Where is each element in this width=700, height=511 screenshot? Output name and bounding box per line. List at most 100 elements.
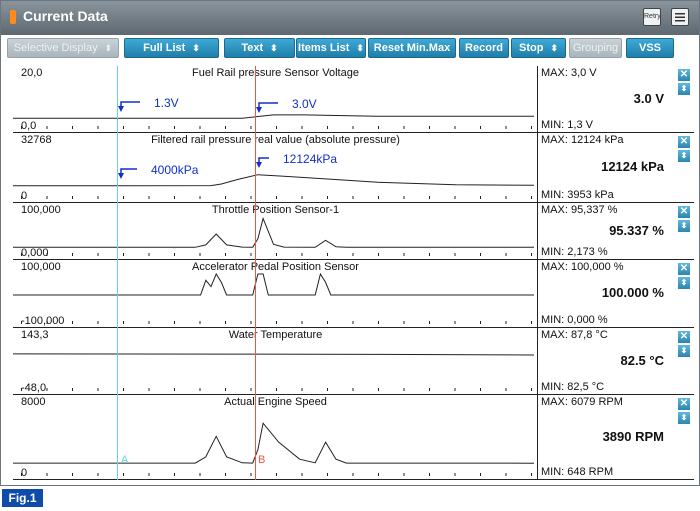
time-tick [148,253,150,256]
max-value: MAX: 6079 RPM [541,396,623,408]
time-tick [327,388,328,391]
time-tick [225,196,226,199]
close-icon[interactable]: ✕ [678,69,690,81]
current-value: 82.5 °C [620,353,664,368]
sensor-graph[interactable]: 8000 0 Actual Engine Speed A B [13,395,538,479]
min-value: MIN: 0,000 % [541,314,608,326]
sensor-panel: 20,0 0,0 Fuel Rail pressure Sensor Voltage… [13,66,694,133]
time-tick [531,253,532,256]
time-tick [174,321,175,324]
sensor-graph[interactable]: 143,3 -48,0 Water Temperature [13,328,538,394]
figure-label: Fig.1 [2,489,43,507]
time-tick [123,126,124,129]
time-tick [276,196,277,199]
time-tick [505,321,507,324]
scale-min-label: 0 [21,190,28,202]
reorder-icon[interactable]: ⬍ [678,220,690,232]
toolbar-button-items-list[interactable]: Items List ⬍ [296,38,366,58]
annotation-label: 4000kPa [151,163,199,177]
toolbar-button-label: Text [241,42,264,54]
reorder-icon[interactable]: ⬍ [678,412,690,424]
time-tick [46,196,48,199]
toolbar-button-label: Record [465,42,503,54]
time-tick [199,321,201,324]
time-tick [403,253,405,256]
time-tick [225,388,226,391]
toolbar-button-full-list[interactable]: Full List ⬍ [124,38,219,58]
min-value: MIN: 82,5 °C [541,381,605,393]
time-tick [454,253,456,256]
cursor-a-line[interactable] [117,66,118,480]
time-tick [123,253,124,256]
close-icon[interactable]: ✕ [678,206,690,218]
time-tick [276,321,277,324]
time-tick [123,196,124,199]
time-tick [327,253,328,256]
time-tick [72,196,73,199]
time-tick [148,196,150,199]
sensor-graph[interactable]: 20,0 0,0 Fuel Rail pressure Sensor Voltage… [13,66,538,132]
time-tick [327,196,328,199]
min-value: MIN: 648 RPM [541,466,614,478]
reorder-icon[interactable]: ⬍ [678,150,690,162]
toolbar-button-label: Selective Display [13,42,98,54]
cursor-b-line[interactable] [255,66,256,480]
toolbar-button-label: Items List [298,42,350,54]
reorder-icon[interactable]: ⬍ [678,345,690,357]
app-icon [10,10,16,24]
close-icon[interactable]: ✕ [678,136,690,148]
time-tick [352,126,354,129]
sensor-info: MAX: 100,000 % 100.000 % MIN: 0,000 % ✕ ⬍ [539,260,694,327]
toolbar-button-reset-min-max[interactable]: Reset Min.Max [368,38,456,58]
annotation-arrowhead [118,106,124,112]
time-tick [480,321,481,324]
close-icon[interactable]: ✕ [678,398,690,410]
min-value: MIN: 1,3 V [541,119,593,131]
time-tick [352,321,354,324]
max-value: MAX: 87,8 °C [541,329,608,341]
time-tick [480,126,481,129]
sensor-graph[interactable]: 32768 0 Filtered rail pressure real value … [13,133,538,202]
time-tick [378,388,379,391]
toolbar-button-grouping[interactable]: Grouping [569,38,622,58]
time-tick [250,388,252,391]
toolbar-button-vss[interactable]: VSS [626,38,674,58]
time-tick [174,126,175,129]
time-tick [46,388,48,391]
menu-icon[interactable] [671,8,689,26]
close-icon[interactable]: ✕ [678,263,690,275]
reorder-icon[interactable]: ⬍ [678,277,690,289]
time-tick [276,253,277,256]
time-tick [72,321,73,324]
sensor-graph[interactable]: 100,000 0,000 Throttle Position Sensor-1 [13,203,538,259]
toolbar-button-label: VSS [638,42,661,54]
sensor-trace [13,174,535,187]
sensor-title: Actual Engine Speed [224,396,327,408]
scale-min-label: -100,000 [21,315,65,327]
time-tick [174,388,175,391]
toolbar-button-label: Full List [143,42,186,54]
retry-button[interactable]: Retry [643,8,661,26]
title-bar: Current Data Retry [1,1,699,35]
max-value: MAX: 3,0 V [541,67,597,79]
toolbar-button-selective-display[interactable]: Selective Display ⬍ [7,38,119,58]
annotation-arrowhead [256,162,262,168]
reorder-icon[interactable]: ⬍ [678,83,690,95]
sensor-trace [13,272,534,296]
toolbar-button-label: Stop [519,42,544,54]
time-tick [352,388,354,391]
time-tick [250,321,252,324]
toolbar-button-record[interactable]: Record [459,38,509,58]
data-graph-area: 8000 0 Actual Engine Speed A B MAX: 6079 RPM 3… [13,66,694,480]
time-tick [505,196,507,199]
sensor-trace [13,216,534,248]
sensor-info: MAX: 95,337 % 95.337 % MIN: 2,173 % ✕ ⬍ [539,203,694,259]
close-icon[interactable]: ✕ [678,331,690,343]
current-value: 3890 RPM [602,429,664,444]
sensor-graph[interactable]: 100,000 -100,000 Accelerator Pedal Positio… [13,260,538,327]
toolbar-button-stop[interactable]: Stop ⬍ [511,38,566,58]
updown-arrow-icon: ⬍ [550,42,558,53]
toolbar-button-text[interactable]: Text ⬍ [224,38,295,58]
time-tick [97,321,99,324]
time-tick [301,196,303,199]
